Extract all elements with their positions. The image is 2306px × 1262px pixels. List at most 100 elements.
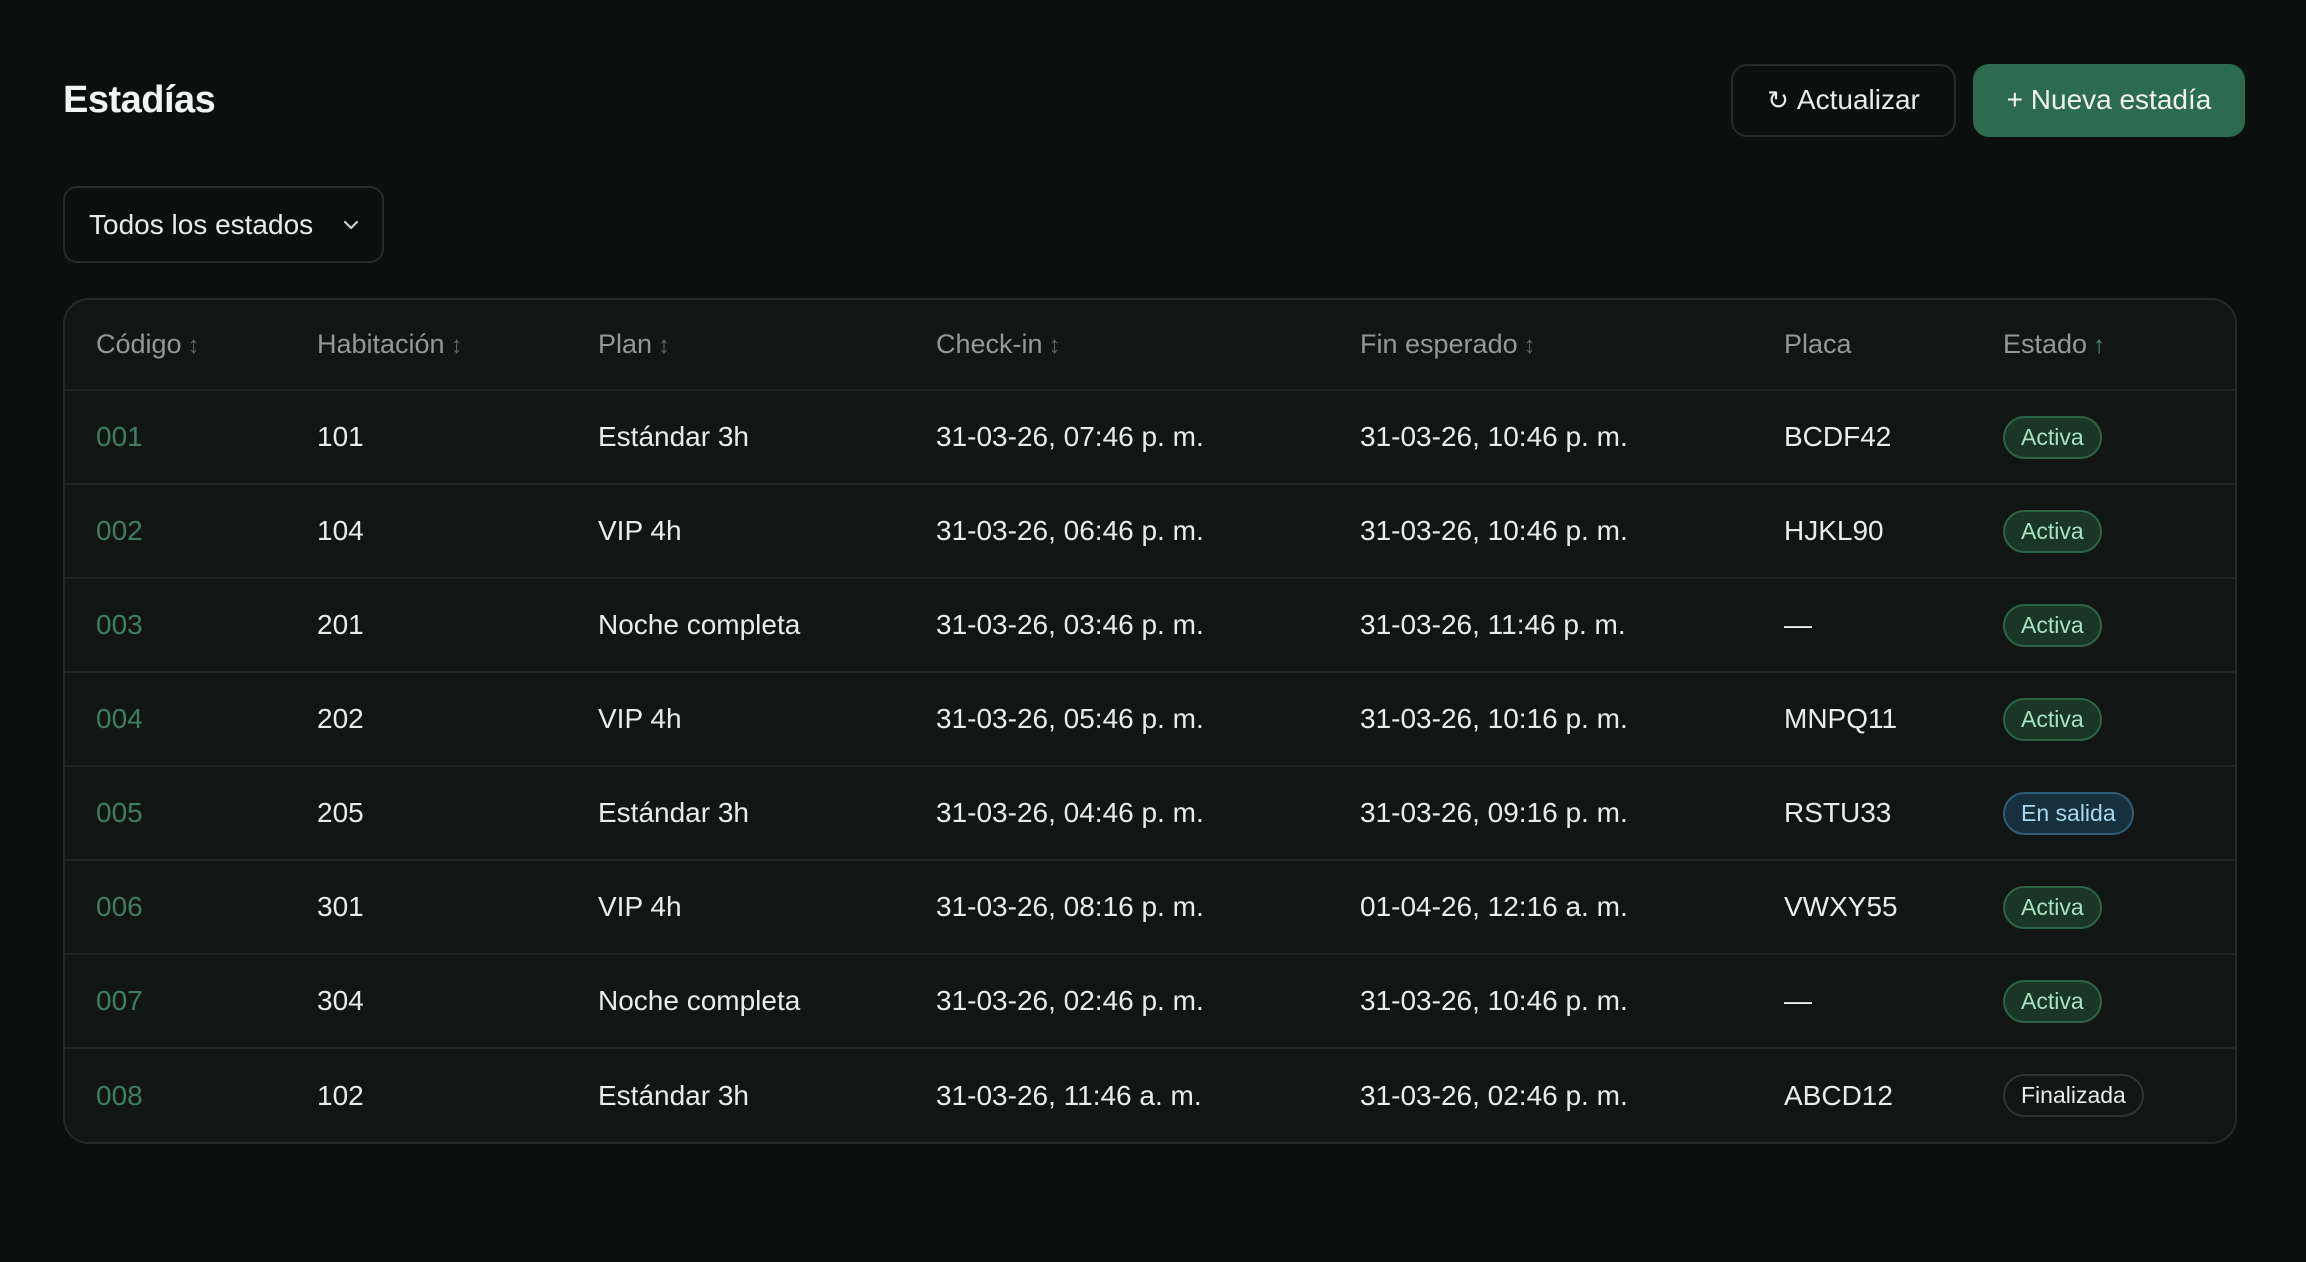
cell-status: Finalizada — [1972, 1048, 2235, 1142]
status-badge: Activa — [2003, 979, 2102, 1023]
cell-checkin: 31-03-26, 08:16 p. m. — [936, 891, 1204, 922]
column-header-code[interactable]: Código ↕ — [65, 300, 286, 390]
sort-icon[interactable]: ↕ — [658, 332, 670, 359]
column-header-label: Código — [96, 329, 182, 359]
cell-checkin: 31-03-26, 06:46 p. m. — [936, 515, 1204, 546]
status-badge: Activa — [2003, 603, 2102, 647]
table-row[interactable]: 008 102 Estándar 3h 31-03-26, 11:46 a. m. 31… — [65, 1048, 2235, 1142]
cell-plan: Noche completa — [598, 985, 801, 1016]
cell-status: Activa — [1972, 484, 2235, 578]
status-badge: En salida — [2003, 791, 2134, 835]
cell-room: 202 — [317, 703, 364, 734]
header-actions: ↻ Actualizar + Nueva estadía — [1731, 63, 2245, 137]
page-title: Estadías — [63, 78, 216, 121]
cell-code[interactable]: 003 — [65, 578, 286, 672]
cell-checkin: 31-03-26, 05:46 p. m. — [936, 703, 1204, 734]
cell-code[interactable]: 007 — [65, 954, 286, 1048]
cell-plan: VIP 4h — [598, 515, 682, 546]
cell-code[interactable]: 008 — [65, 1048, 286, 1142]
sort-ascending-icon[interactable]: ↑ — [2093, 332, 2105, 359]
status-badge: Activa — [2003, 697, 2102, 741]
refresh-button-label: Actualizar — [1796, 84, 1920, 115]
cell-end: 31-03-26, 10:46 p. m. — [1360, 985, 1628, 1016]
cell-checkin: 31-03-26, 11:46 a. m. — [936, 1079, 1202, 1111]
column-header-label: Placa — [1784, 329, 1852, 359]
stays-table: Código ↕ Habitación ↕ Plan ↕ Check-in ↕ Fin espe… — [65, 300, 2235, 1142]
filter-row: Todos los estados — [63, 186, 2243, 263]
cell-room: 201 — [317, 609, 364, 640]
cell-room: 102 — [317, 1079, 364, 1111]
cell-end: 01-04-26, 12:16 a. m. — [1360, 891, 1628, 922]
column-header-room[interactable]: Habitación ↕ — [286, 300, 567, 390]
cell-status: Activa — [1972, 860, 2235, 954]
sort-icon[interactable]: ↕ — [188, 332, 200, 359]
stays-page: Estadías ↻ Actualizar + Nueva estadía To… — [0, 0, 2306, 1262]
cell-plate: RSTU33 — [1784, 797, 1892, 828]
cell-plate: BCDF42 — [1784, 421, 1892, 452]
cell-plan: Estándar 3h — [598, 421, 749, 452]
sort-icon[interactable]: ↕ — [451, 332, 463, 359]
cell-room: 205 — [317, 797, 364, 828]
sort-icon[interactable]: ↕ — [1049, 332, 1061, 359]
cell-status: Activa — [1972, 672, 2235, 766]
cell-plan: Estándar 3h — [598, 1079, 749, 1111]
cell-checkin: 31-03-26, 02:46 p. m. — [936, 985, 1204, 1016]
refresh-button[interactable]: ↻ Actualizar — [1731, 63, 1956, 137]
table-row[interactable]: 002 104 VIP 4h 31-03-26, 06:46 p. m. 31-03-2… — [65, 484, 2235, 578]
cell-plate: HJKL90 — [1784, 515, 1884, 546]
column-header-label: Plan — [598, 329, 653, 359]
cell-plate: VWXY55 — [1784, 891, 1898, 922]
table-row[interactable]: 005 205 Estándar 3h 31-03-26, 04:46 p. m. 31… — [65, 766, 2235, 860]
cell-end: 31-03-26, 10:46 p. m. — [1360, 421, 1628, 452]
cell-status: Activa — [1972, 954, 2235, 1048]
cell-code[interactable]: 006 — [65, 860, 286, 954]
cell-code[interactable]: 002 — [65, 484, 286, 578]
cell-plan: Noche completa — [598, 609, 801, 640]
table-header-row: Código ↕ Habitación ↕ Plan ↕ Check-in ↕ Fin espe… — [65, 300, 2235, 390]
status-badge: Activa — [2003, 415, 2102, 459]
stays-table-card: Código ↕ Habitación ↕ Plan ↕ Check-in ↕ Fin espe… — [63, 298, 2237, 1144]
cell-end: 31-03-26, 09:16 p. m. — [1360, 797, 1628, 828]
status-badge: Finalizada — [2003, 1074, 2144, 1117]
table-row[interactable]: 006 301 VIP 4h 31-03-26, 08:16 p. m. 01-04-2… — [65, 860, 2235, 954]
column-header-checkin[interactable]: Check-in ↕ — [905, 300, 1329, 390]
chevron-down-icon — [343, 220, 359, 229]
cell-end: 31-03-26, 02:46 p. m. — [1360, 1079, 1628, 1111]
table-row[interactable]: 004 202 VIP 4h 31-03-26, 05:46 p. m. 31-03-2… — [65, 672, 2235, 766]
refresh-icon: ↻ — [1767, 84, 1789, 115]
new-stay-button-label: + Nueva estadía — [2006, 84, 2212, 115]
new-stay-button[interactable]: + Nueva estadía — [1973, 63, 2245, 137]
page-header: Estadías ↻ Actualizar + Nueva estadía — [63, 0, 2245, 200]
table-row[interactable]: 001 101 Estándar 3h 31-03-26, 07:46 p. m. 31… — [65, 390, 2235, 484]
column-header-label: Check-in — [936, 329, 1043, 359]
cell-end: 31-03-26, 11:46 p. m. — [1360, 609, 1626, 640]
cell-room: 104 — [317, 515, 364, 546]
cell-end: 31-03-26, 10:46 p. m. — [1360, 515, 1628, 546]
column-header-label: Estado — [2003, 329, 2088, 359]
cell-plate: — — [1784, 985, 1812, 1016]
column-header-plan[interactable]: Plan ↕ — [567, 300, 905, 390]
column-header-end[interactable]: Fin esperado ↕ — [1329, 300, 1753, 390]
cell-code[interactable]: 004 — [65, 672, 286, 766]
cell-plan: VIP 4h — [598, 891, 682, 922]
column-header-status[interactable]: Estado ↑ — [1972, 300, 2235, 390]
cell-checkin: 31-03-26, 07:46 p. m. — [936, 421, 1204, 452]
column-header-plate[interactable]: Placa — [1753, 300, 1972, 390]
sort-icon[interactable]: ↕ — [1524, 332, 1536, 359]
cell-end: 31-03-26, 10:16 p. m. — [1360, 703, 1628, 734]
cell-plate: MNPQ11 — [1784, 703, 1898, 734]
status-filter-value: Todos los estados — [89, 208, 314, 240]
cell-room: 301 — [317, 891, 364, 922]
cell-plan: Estándar 3h — [598, 797, 749, 828]
table-row[interactable]: 003 201 Noche completa 31-03-26, 03:46 p. m… — [65, 578, 2235, 672]
cell-code[interactable]: 005 — [65, 766, 286, 860]
cell-status: Activa — [1972, 390, 2235, 484]
cell-room: 101 — [317, 421, 364, 452]
cell-plate: — — [1784, 609, 1812, 640]
cell-status: En salida — [1972, 766, 2235, 860]
cell-code[interactable]: 001 — [65, 390, 286, 484]
column-header-label: Fin esperado — [1360, 329, 1518, 359]
status-filter-select[interactable]: Todos los estados — [63, 186, 384, 263]
table-row[interactable]: 007 304 Noche completa 31-03-26, 02:46 p. m… — [65, 954, 2235, 1048]
cell-plate: ABCD12 — [1784, 1079, 1893, 1111]
